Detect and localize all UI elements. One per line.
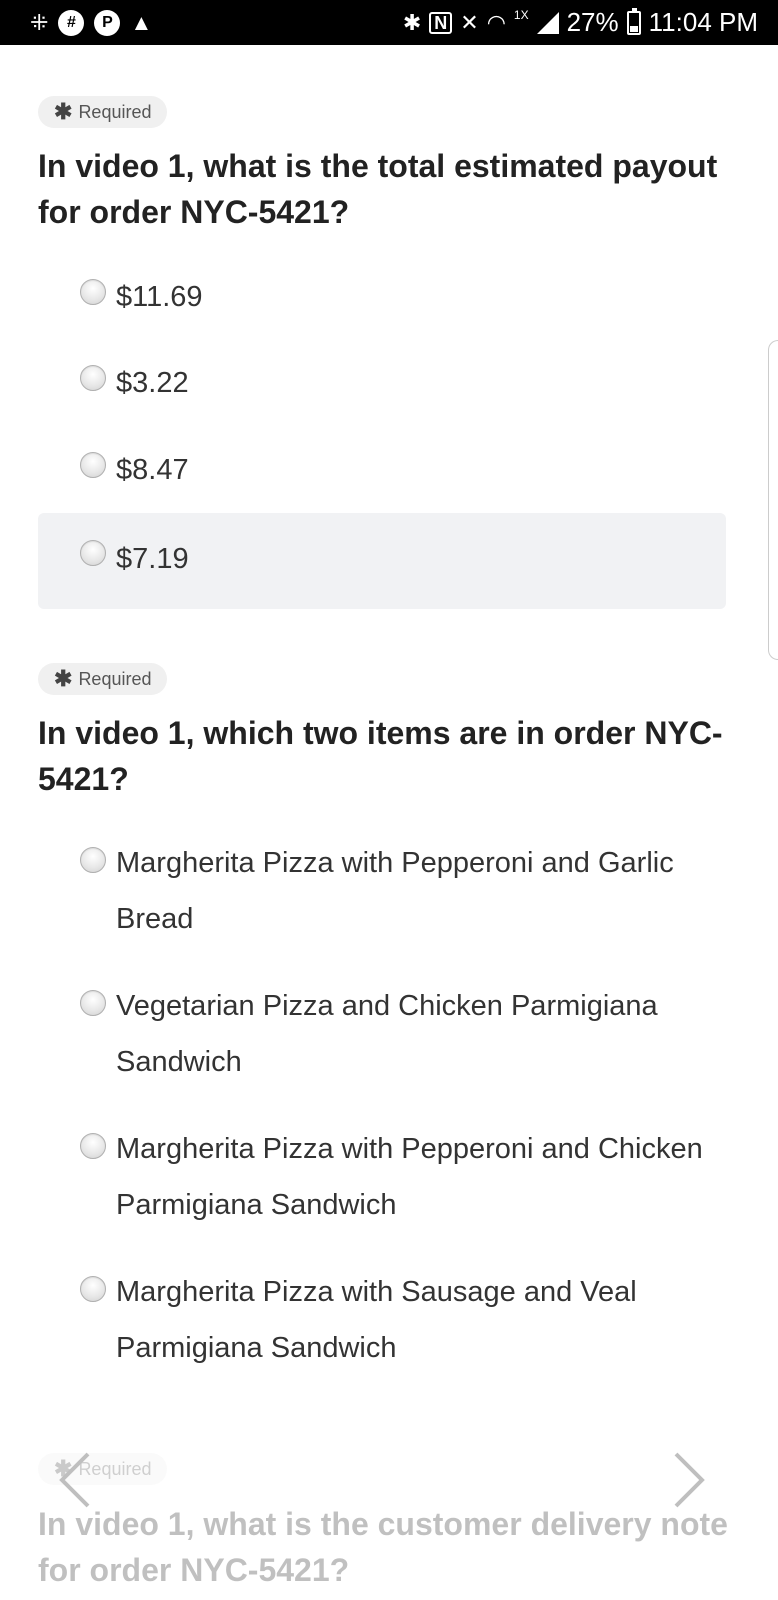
radio-option[interactable]: Margherita Pizza with Pepperoni and Garl…: [38, 835, 726, 950]
question-title: In video 1, which two items are in order…: [38, 715, 723, 797]
next-arrow-icon[interactable]: [668, 1450, 708, 1510]
battery-percent: 27%: [566, 7, 619, 37]
question-title: In video 1, what is the total estimated …: [38, 148, 718, 230]
bluetooth-icon: ✱: [402, 9, 422, 35]
notification-icons: ⁜ # P ▲: [30, 0, 152, 45]
asterisk-icon: ✱: [54, 99, 73, 124]
radio-button[interactable]: [80, 540, 106, 566]
edge-panel-handle[interactable]: [768, 340, 778, 660]
radio-button[interactable]: [80, 365, 106, 391]
radio-button[interactable]: [80, 1276, 106, 1302]
fitbit-icon: ⁜: [30, 9, 49, 35]
chat-icon: P: [94, 9, 121, 36]
radio-option[interactable]: $11.69: [38, 267, 726, 327]
radio-button[interactable]: [80, 847, 106, 873]
radio-option[interactable]: $3.22: [38, 353, 726, 413]
slack-icon: #: [58, 9, 85, 36]
radio-option[interactable]: Margherita Pizza with Pepperoni and Chic…: [38, 1121, 726, 1236]
required-badge: ✱ Required: [38, 663, 168, 695]
battery-icon: [626, 7, 641, 35]
radio-option[interactable]: Vegetarian Pizza and Chicken Parmigiana …: [38, 978, 726, 1093]
asterisk-icon: ✱: [54, 666, 73, 691]
radio-option[interactable]: $7.19: [38, 513, 726, 609]
warning-icon: ▲: [130, 9, 153, 35]
question-title: In video 1, what is the customer deliver…: [38, 1506, 728, 1588]
clock: 11:04 PM: [648, 7, 758, 37]
radio-button[interactable]: [80, 452, 106, 478]
radio-option[interactable]: $8.47: [38, 440, 726, 500]
wifi-icon: ◠: [486, 9, 506, 35]
radio-option[interactable]: Margherita Pizza with Sausage and Veal P…: [38, 1264, 726, 1379]
required-badge: ✱ Required: [38, 96, 168, 128]
network-speed: 1X: [513, 7, 529, 22]
signal-icon: [536, 11, 559, 34]
radio-button[interactable]: [80, 1133, 106, 1159]
previous-arrow-icon[interactable]: [56, 1450, 96, 1510]
radio-button[interactable]: [80, 990, 106, 1016]
mute-icon: ✕: [460, 9, 479, 35]
radio-button[interactable]: [80, 279, 106, 305]
nfc-icon: N: [429, 11, 453, 34]
system-icons: ✱ N ✕ ◠ 1X 27% 11:04 PM: [403, 0, 758, 45]
status-bar: ⁜ # P ▲ ✱ N ✕ ◠ 1X 27% 11:04 PM: [0, 0, 778, 45]
